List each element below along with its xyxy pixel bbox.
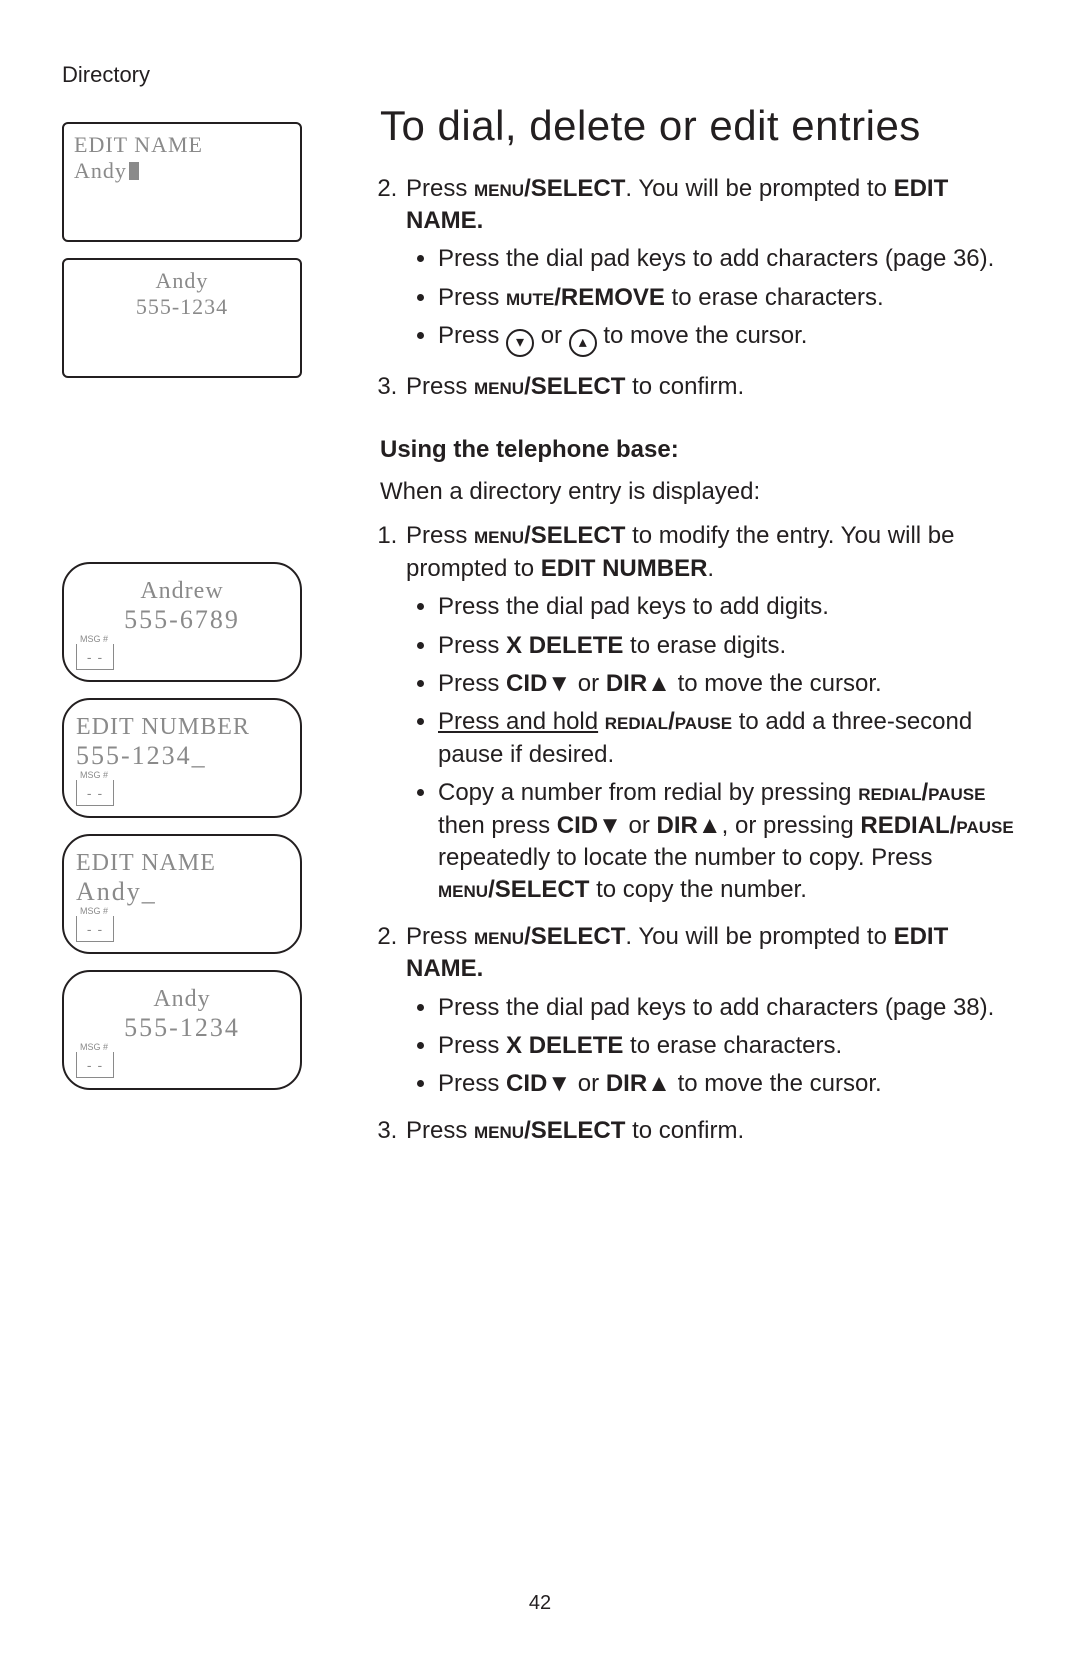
lcd-line: Andy_ [74, 877, 290, 907]
lcd-line: EDIT NUMBER [74, 714, 290, 741]
subheading: Using the telephone base: [380, 434, 1018, 466]
lcd-line: Andy [74, 268, 290, 294]
lcd-line: 555-1234_ [74, 741, 290, 771]
lcd-line: 555-1234 [74, 1013, 290, 1043]
lcd-line: Andy [74, 158, 290, 184]
step: Press menu/SELECT to modify the entry. Y… [404, 520, 1018, 906]
lcd-base-final: Andy 555-1234 - - [62, 970, 302, 1090]
step: Press menu/SELECT. You will be prompted … [404, 173, 1018, 358]
msg-count-icon: - - [76, 1052, 114, 1078]
breadcrumb: Directory [62, 62, 1018, 88]
intro-text: When a directory entry is displayed: [380, 476, 1018, 508]
lcd-base-edit-number: EDIT NUMBER 555-1234_ - - [62, 698, 302, 818]
base-steps: Press menu/SELECT to modify the entry. Y… [404, 520, 1018, 1147]
page-number: 42 [0, 1592, 1080, 1615]
bullet: Press and hold redial/pause to add a thr… [438, 706, 1018, 771]
vol-down-icon: ▾ [506, 329, 534, 357]
lcd-line: Andy [74, 986, 290, 1013]
msg-count-icon: - - [76, 780, 114, 806]
msg-count-icon: - - [76, 644, 114, 670]
step: Press menu/SELECT to confirm. [404, 1115, 1018, 1147]
cursor-icon [129, 162, 139, 180]
lcd-line: EDIT NAME [74, 850, 290, 877]
bullet: Press CID▼ or DIR▲ to move the cursor. [438, 668, 1018, 700]
lcd-handset-entry: Andy 555-1234 [62, 258, 302, 378]
page-title: To dial, delete or edit entries [380, 98, 1018, 155]
bullet: Press the dial pad keys to add character… [438, 243, 1018, 275]
page-columns: EDIT NAME Andy Andy 555-1234 Andrew 555-… [62, 94, 1018, 1161]
bullet: Press the dial pad keys to add digits. [438, 591, 1018, 623]
lcd-handset-edit-name: EDIT NAME Andy [62, 122, 302, 242]
handset-steps: Press menu/SELECT. You will be prompted … [404, 173, 1018, 404]
bullet: Copy a number from redial by pressing re… [438, 777, 1018, 907]
bullet: Press the dial pad keys to add character… [438, 992, 1018, 1024]
lcd-line: EDIT NAME [74, 132, 290, 158]
vol-up-icon: ▴ [569, 329, 597, 357]
bullet: Press ▾ or ▴ to move the cursor. [438, 320, 1018, 357]
lcd-line: 555-6789 [74, 605, 290, 635]
lcd-line: Andrew [74, 578, 290, 605]
msg-count-icon: - - [76, 916, 114, 942]
lcd-base-edit-name: EDIT NAME Andy_ - - [62, 834, 302, 954]
bullet: Press mute/REMOVE to erase characters. [438, 282, 1018, 314]
step: Press menu/SELECT. You will be prompted … [404, 921, 1018, 1101]
bullet: Press X DELETE to erase digits. [438, 630, 1018, 662]
bullet: Press X DELETE to erase characters. [438, 1030, 1018, 1062]
lcd-base-entry: Andrew 555-6789 - - [62, 562, 302, 682]
lcd-column: EDIT NAME Andy Andy 555-1234 Andrew 555-… [62, 94, 350, 1161]
lcd-line: 555-1234 [74, 294, 290, 320]
step: Press menu/SELECT to confirm. [404, 371, 1018, 403]
bullet: Press CID▼ or DIR▲ to move the cursor. [438, 1068, 1018, 1100]
instructions: To dial, delete or edit entries Press me… [380, 94, 1018, 1161]
